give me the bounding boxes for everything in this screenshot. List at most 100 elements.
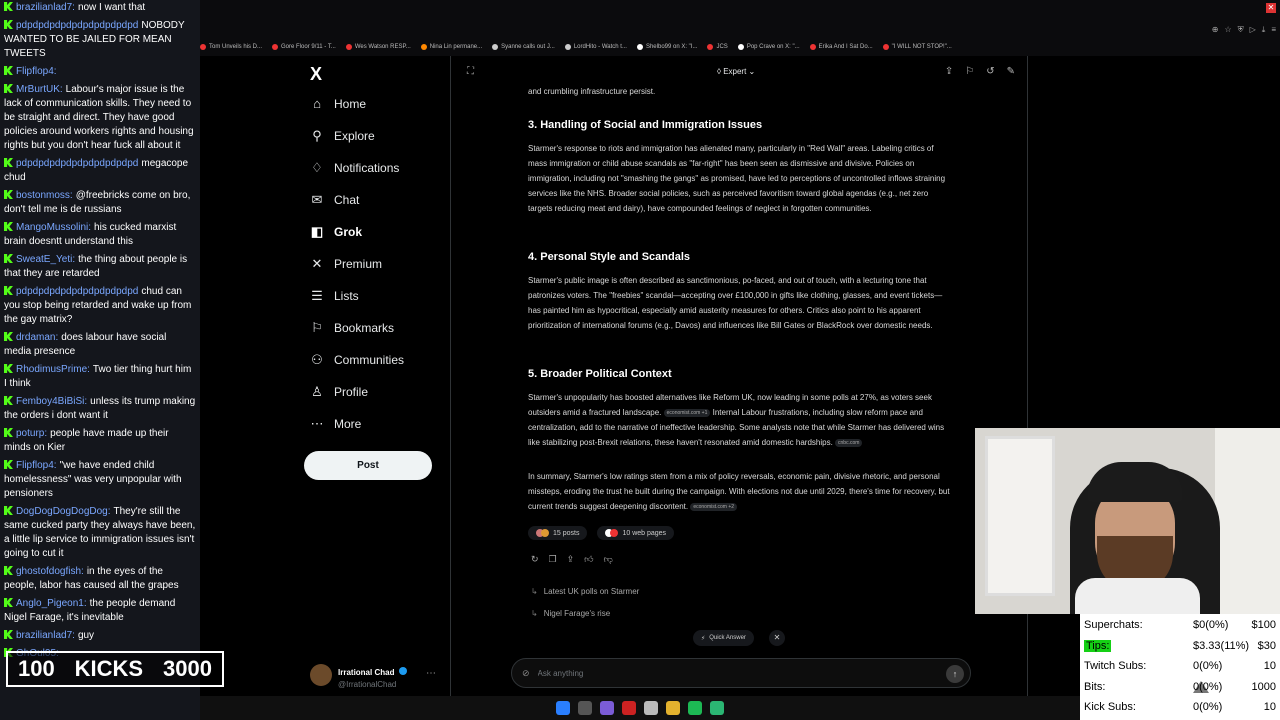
chat-username[interactable]: Flipflop4: <box>16 460 57 471</box>
chat-message: ghostofdogfish: in the eyes of the people… <box>0 564 200 596</box>
chat-username[interactable]: brazilianlad7: <box>16 630 75 641</box>
kick-badge-icon <box>4 332 13 341</box>
chat-message: drdaman: does labour have social media pr… <box>0 330 200 362</box>
arrow-icon: ↳ <box>531 586 538 596</box>
zoom-icon[interactable]: ⊕ <box>1212 25 1219 35</box>
app-icon[interactable] <box>710 701 724 715</box>
nav-item-bookmarks[interactable]: ⚐ Bookmarks <box>310 320 394 336</box>
kick-badge-icon <box>4 286 13 295</box>
bookmark-item[interactable]: "I WILL NOT STOP!"... <box>882 40 952 54</box>
app-icon[interactable] <box>600 701 614 715</box>
menu-icon[interactable]: ≡ <box>1271 25 1276 35</box>
kick-badge-icon <box>4 396 13 405</box>
mode-selector[interactable]: ◊ Expert ⌄ <box>717 67 755 76</box>
copy-icon[interactable]: ❐ <box>549 554 557 565</box>
chat-username[interactable]: brazilianlad7: <box>16 2 75 13</box>
bookmark-item[interactable]: LordHito - Watch t... <box>564 40 627 54</box>
close-icon[interactable]: ✕ <box>769 630 785 646</box>
chat-username[interactable]: MrBurtUK: <box>16 84 63 95</box>
history-icon[interactable]: ↺ <box>986 66 994 77</box>
regenerate-icon[interactable]: ↻ <box>531 554 539 565</box>
shield-icon[interactable]: ⛨ <box>1238 25 1244 35</box>
nav-item-lists[interactable]: ☰ Lists <box>310 288 359 304</box>
bookmark-item[interactable]: Pop Crave on X: "... <box>737 40 800 54</box>
thumbs-up-icon[interactable]: 👍︎ <box>584 554 593 565</box>
followup-item[interactable]: ↳ Nigel Farage's rise <box>531 602 639 624</box>
nav-item-communities[interactable]: ⚇ Communities <box>310 352 404 368</box>
favicon-icon <box>200 44 206 50</box>
followup-item[interactable]: ↳ Latest UK polls on Starmer <box>531 580 639 602</box>
app-icon[interactable] <box>622 701 636 715</box>
chat-username[interactable]: bostonmoss: <box>16 190 73 201</box>
more-icon[interactable]: ⋯ <box>426 668 436 679</box>
citation-chip[interactable]: cnbc.com <box>835 439 863 447</box>
favicon-icon <box>345 44 352 50</box>
nav-item-chat[interactable]: ✉ Chat <box>310 192 360 208</box>
start-icon[interactable] <box>556 701 570 715</box>
chat-username[interactable]: DogDogDogDogDog: <box>16 506 111 517</box>
chat-username[interactable]: ghostofdogfish: <box>16 566 84 577</box>
extension-icons: ⊕ ☆ ⛨ ▷ ⤓ ≡ <box>1212 25 1276 35</box>
spotify-icon[interactable] <box>688 701 702 715</box>
bookmark-item[interactable]: Erika And I Sat Do... <box>809 40 873 54</box>
close-window-icon[interactable]: ✕ <box>1266 3 1276 13</box>
bookmark-icon[interactable]: ⚐ <box>965 66 974 77</box>
nav-item-explore[interactable]: ⚲ Explore <box>310 128 374 144</box>
nav-item-more[interactable]: ⋯ More <box>310 416 362 432</box>
web-sources-chip[interactable]: 10 web pages <box>597 526 675 540</box>
bookmark-item[interactable]: JCS <box>707 40 728 54</box>
window-shape <box>1215 428 1280 614</box>
chat-username[interactable]: pdpdpdpdpdpdpdpdpdpdpd <box>16 158 138 169</box>
bookmark-item[interactable]: Gore Floor 9/11 - T... <box>272 40 336 54</box>
new-chat-icon[interactable]: ✎ <box>1007 66 1015 77</box>
browser-icon[interactable] <box>644 701 658 715</box>
citation-chip[interactable]: economist.com +2 <box>690 503 738 511</box>
citation-chip[interactable]: economist.com +1 <box>663 409 711 417</box>
account-switcher[interactable]: Irrational Chad @IrrationalChad ⋯ <box>310 660 440 690</box>
search-icon[interactable] <box>578 701 592 715</box>
bookmark-label: Nina Lin permane... <box>429 44 483 50</box>
followup-label: Latest UK polls on Starmer <box>543 586 640 596</box>
chat-username[interactable]: Flipflop4: <box>16 66 57 77</box>
bookmark-label: Erika And I Sat Do... <box>818 44 873 50</box>
bookmark-item[interactable]: Nina Lin permane... <box>420 40 483 54</box>
bookmark-item[interactable]: Tom Unveils his D... <box>200 40 262 54</box>
star-icon[interactable]: ☆ <box>1224 25 1231 35</box>
x-logo-icon[interactable]: X <box>310 64 322 85</box>
chat-username[interactable]: poturp: <box>16 428 47 439</box>
nav-item-profile[interactable]: ♙ Profile <box>310 384 368 400</box>
expand-icon[interactable]: ⛶ <box>467 66 474 77</box>
bookmark-item[interactable]: Syanne calls out J... <box>492 40 555 54</box>
post-button[interactable]: Post <box>304 451 432 480</box>
share-icon[interactable]: ⇪ <box>567 554 575 565</box>
summary: In summary, Starmer's low ratings stem f… <box>528 469 953 514</box>
posts-sources-chip[interactable]: 15 posts <box>528 526 588 540</box>
kick-badge-icon <box>4 190 13 199</box>
attach-icon[interactable]: ⊘ <box>522 668 530 679</box>
kick-badge-icon <box>4 506 13 515</box>
goal-label: Kick Subs: <box>1084 701 1136 713</box>
bookmark-item[interactable]: Shelbo99 on X: "I... <box>636 40 697 54</box>
chat-username[interactable]: Femboy4BiBiSi: <box>16 396 87 407</box>
folder-icon[interactable] <box>666 701 680 715</box>
chat-username[interactable]: MangoMussolini: <box>16 222 91 233</box>
share-icon[interactable]: ⇪ <box>945 66 953 77</box>
ask-input[interactable] <box>537 668 918 678</box>
quick-answer-button[interactable]: ⚡︎ Quick Answer <box>693 630 754 646</box>
chat-username[interactable]: pdpdpdpdpdpdpdpdpdpdpd <box>16 286 138 297</box>
nav-item-premium[interactable]: ✕ Premium <box>310 256 382 272</box>
bookmark-item[interactable]: Wes Watson RESP... <box>345 40 411 54</box>
send-icon[interactable]: ↑ <box>946 665 964 683</box>
chat-username[interactable]: drdaman: <box>16 332 58 343</box>
chat-username[interactable]: pdpdpdpdpdpdpdpdpdpdpd <box>16 20 138 31</box>
more-icon: ⋯ <box>310 416 324 431</box>
chat-username[interactable]: Anglo_Pigeon1: <box>16 598 87 609</box>
play-icon[interactable]: ▷ <box>1250 25 1256 35</box>
nav-item-grok[interactable]: ◧ Grok <box>310 224 362 240</box>
thumbs-down-icon[interactable]: 👎︎ <box>604 554 613 565</box>
nav-item-notifications[interactable]: ♢ Notifications <box>310 160 399 176</box>
chat-username[interactable]: SweatE_Yeti: <box>16 254 75 265</box>
download-icon[interactable]: ⤓ <box>1262 25 1266 35</box>
nav-item-home[interactable]: ⌂ Home <box>310 96 366 111</box>
chat-username[interactable]: RhodimusPrime: <box>16 364 90 375</box>
